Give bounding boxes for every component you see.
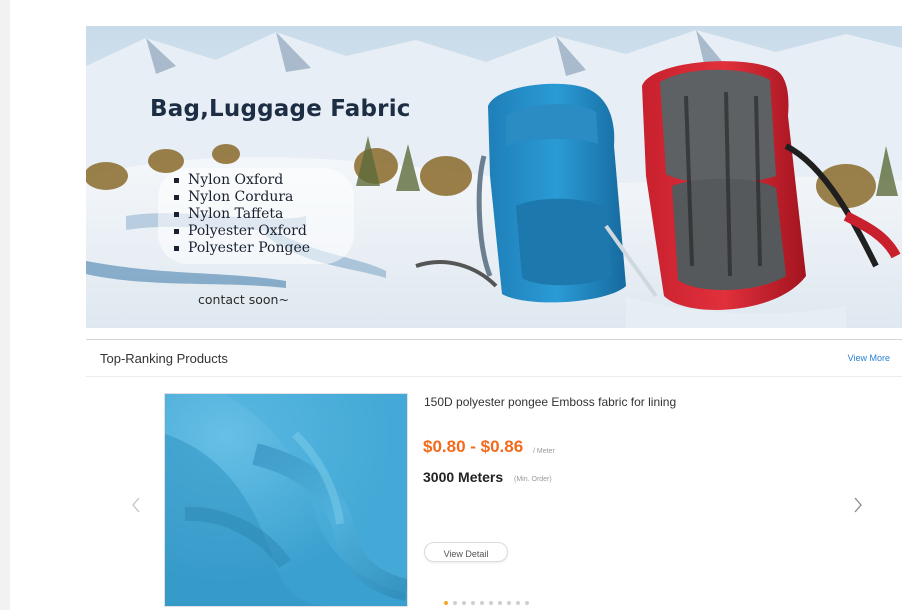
- view-more-link[interactable]: View More: [848, 353, 890, 363]
- fabric-type-item: Polyester Pongee: [172, 240, 310, 257]
- promo-banner[interactable]: Bag,Luggage Fabric Nylon Oxford Nylon Co…: [86, 26, 902, 328]
- contact-note: contact soon~: [198, 292, 289, 307]
- section-title: Top-Ranking Products: [100, 351, 228, 366]
- price-unit: / Meter: [533, 448, 555, 455]
- fabric-type-item: Nylon Oxford: [172, 172, 310, 189]
- carousel-dot[interactable]: [498, 601, 502, 605]
- carousel-dot[interactable]: [480, 601, 484, 605]
- min-order-quantity: 3000 Meters: [423, 469, 504, 485]
- carousel-dot[interactable]: [516, 601, 520, 605]
- carousel-dot[interactable]: [489, 601, 493, 605]
- carousel-dot[interactable]: [453, 601, 457, 605]
- product-name[interactable]: 150D polyester pongee Emboss fabric for …: [424, 395, 676, 409]
- chevron-left-icon[interactable]: [126, 490, 146, 520]
- price-range: $0.80 - $0.86: [423, 437, 524, 456]
- carousel-dot[interactable]: [471, 601, 475, 605]
- chevron-right-icon[interactable]: [848, 490, 868, 520]
- carousel-dot[interactable]: [525, 601, 529, 605]
- fabric-type-item: Nylon Cordura: [172, 189, 310, 206]
- carousel-dots: [444, 601, 529, 607]
- min-order-label: (Min. Order): [514, 476, 552, 483]
- fabric-type-list: Nylon Oxford Nylon Cordura Nylon Taffeta…: [172, 172, 310, 257]
- product-image[interactable]: [164, 393, 408, 607]
- carousel-dot[interactable]: [444, 601, 448, 605]
- carousel-dot[interactable]: [507, 601, 511, 605]
- banner-title: Bag,Luggage Fabric: [150, 96, 411, 122]
- section-header: Top-Ranking Products View More: [86, 340, 902, 377]
- view-detail-button[interactable]: View Detail: [424, 542, 508, 562]
- fabric-type-item: Polyester Oxford: [172, 223, 310, 240]
- fabric-type-item: Nylon Taffeta: [172, 206, 310, 223]
- carousel-dot[interactable]: [462, 601, 466, 605]
